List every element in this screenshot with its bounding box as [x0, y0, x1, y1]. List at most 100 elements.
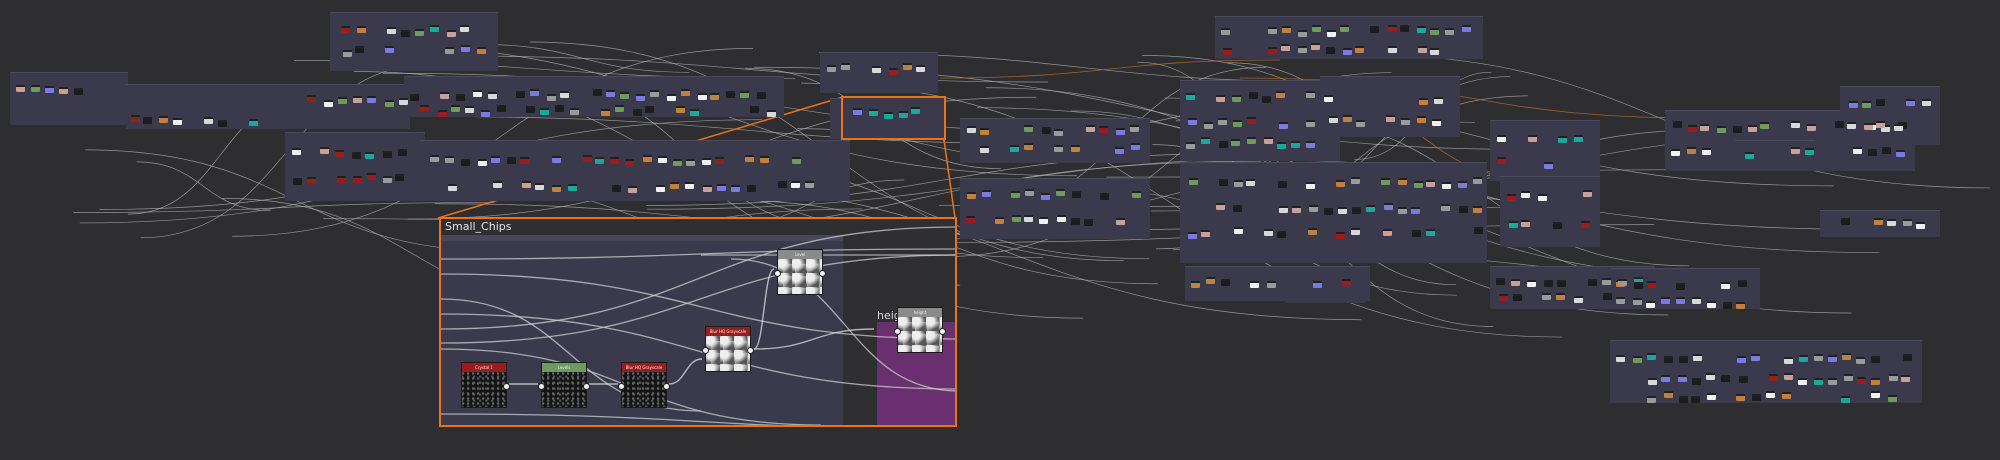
graph-node[interactable] — [1010, 145, 1019, 152]
graph-node[interactable] — [1733, 126, 1742, 133]
graph-node[interactable] — [1398, 178, 1407, 185]
graph-node[interactable] — [395, 174, 404, 181]
graph-node[interactable] — [383, 151, 392, 158]
graph-node[interactable] — [1279, 206, 1288, 213]
graph-node[interactable] — [726, 91, 735, 98]
graph-node[interactable] — [1847, 122, 1856, 129]
graph-node[interactable] — [1221, 279, 1230, 286]
graph-node[interactable] — [1745, 152, 1754, 159]
graph-node[interactable] — [1426, 229, 1435, 236]
graph-node[interactable] — [1528, 135, 1537, 142]
graph-node[interactable] — [552, 185, 561, 192]
graph-node[interactable] — [1874, 218, 1883, 225]
output-port[interactable] — [583, 383, 590, 390]
graph-node[interactable] — [401, 30, 410, 37]
graph-node[interactable] — [477, 47, 486, 54]
graph-node[interactable] — [1398, 207, 1407, 214]
graph-node[interactable] — [1189, 178, 1198, 185]
graph-node[interactable] — [690, 109, 699, 116]
graph-node[interactable] — [1324, 208, 1333, 215]
graph-node[interactable] — [1131, 143, 1140, 150]
graph-node[interactable] — [1673, 121, 1682, 128]
graph-node[interactable] — [1306, 91, 1315, 98]
graph-node[interactable] — [1736, 394, 1745, 401]
graph-node[interactable] — [1264, 229, 1273, 236]
graph-node[interactable] — [1805, 148, 1814, 155]
graph-node[interactable] — [1634, 282, 1643, 289]
graph-node[interactable] — [320, 147, 329, 154]
graph-node[interactable] — [1633, 298, 1642, 305]
graph-node[interactable] — [1661, 375, 1670, 382]
graph-node[interactable] — [1324, 95, 1333, 102]
graph-node[interactable] — [481, 110, 490, 117]
graph-node[interactable] — [612, 185, 621, 192]
graph-node[interactable] — [1292, 206, 1301, 213]
graph-node[interactable] — [448, 184, 457, 191]
graph-node[interactable] — [337, 176, 346, 183]
graph-node[interactable] — [1473, 177, 1482, 184]
graph-node[interactable] — [540, 108, 549, 115]
graph-node[interactable] — [1384, 203, 1393, 210]
graph-node[interactable] — [1388, 46, 1397, 53]
graph-node[interactable] — [1099, 126, 1108, 133]
graph-node[interactable] — [1856, 357, 1865, 364]
graph-node[interactable] — [1766, 391, 1775, 398]
graph-node[interactable] — [703, 185, 712, 192]
graph-node[interactable] — [1414, 181, 1423, 188]
graph-node[interactable] — [650, 90, 659, 97]
graph-node[interactable] — [1661, 297, 1670, 304]
graph-node[interactable] — [1511, 279, 1520, 286]
graph-frame[interactable] — [1180, 162, 1487, 263]
zoom-preview-panel[interactable]: Small_Chips height Crystal 1 Levels Blur H… — [439, 217, 957, 427]
graph-node[interactable] — [760, 156, 769, 163]
output-port[interactable] — [819, 270, 826, 277]
graph-node[interactable] — [1306, 141, 1315, 148]
graph-node[interactable] — [1903, 219, 1912, 226]
graph-node[interactable] — [497, 105, 506, 112]
graph-node[interactable] — [767, 110, 776, 117]
graph-node[interactable] — [1024, 143, 1033, 150]
graph-node[interactable] — [667, 94, 676, 101]
graph-node[interactable] — [633, 109, 642, 116]
graph-node[interactable] — [681, 89, 690, 96]
graph-node[interactable] — [1692, 378, 1701, 385]
graph-node[interactable] — [1814, 354, 1823, 361]
graph-node[interactable] — [1458, 181, 1467, 188]
graph-node[interactable] — [520, 157, 529, 164]
graph-node[interactable] — [1132, 191, 1141, 198]
graph-node[interactable] — [757, 92, 766, 99]
graph-node[interactable] — [535, 183, 544, 190]
graph-node[interactable] — [1916, 222, 1925, 229]
graph-node[interactable] — [1282, 26, 1291, 33]
graph-node[interactable] — [1647, 353, 1656, 360]
graph-node[interactable] — [522, 181, 531, 188]
graph-node[interactable] — [204, 117, 213, 124]
graph-node[interactable] — [335, 150, 344, 157]
graph-node[interactable] — [1521, 220, 1530, 227]
graph-node[interactable] — [1366, 205, 1375, 212]
graph-node[interactable] — [1784, 373, 1793, 380]
graph-node[interactable] — [1306, 120, 1315, 127]
graph-node[interactable] — [685, 182, 694, 189]
graph-node[interactable] — [1218, 118, 1227, 125]
graph-node[interactable] — [967, 192, 976, 199]
graph-node[interactable] — [1277, 231, 1286, 238]
graph-frame[interactable] — [1320, 76, 1460, 137]
graph-node[interactable] — [710, 93, 719, 100]
graph-node[interactable] — [552, 156, 561, 163]
graph-node[interactable] — [1588, 279, 1597, 286]
graph-node[interactable] — [430, 155, 439, 162]
graph-node[interactable] — [1430, 48, 1439, 55]
graph-node[interactable] — [451, 105, 460, 112]
graph-node[interactable] — [1544, 280, 1553, 287]
graph-node[interactable] — [1691, 396, 1700, 403]
graph-node[interactable] — [1618, 279, 1627, 286]
graph-node[interactable] — [1739, 376, 1748, 383]
graph-node[interactable] — [1676, 297, 1685, 304]
graph-node[interactable] — [1343, 115, 1352, 122]
graph-node[interactable] — [593, 89, 602, 96]
graph-node[interactable] — [1798, 378, 1807, 385]
graph-frame[interactable] — [1840, 86, 1940, 145]
graph-node[interactable] — [447, 30, 456, 37]
graph-node[interactable] — [530, 89, 539, 96]
